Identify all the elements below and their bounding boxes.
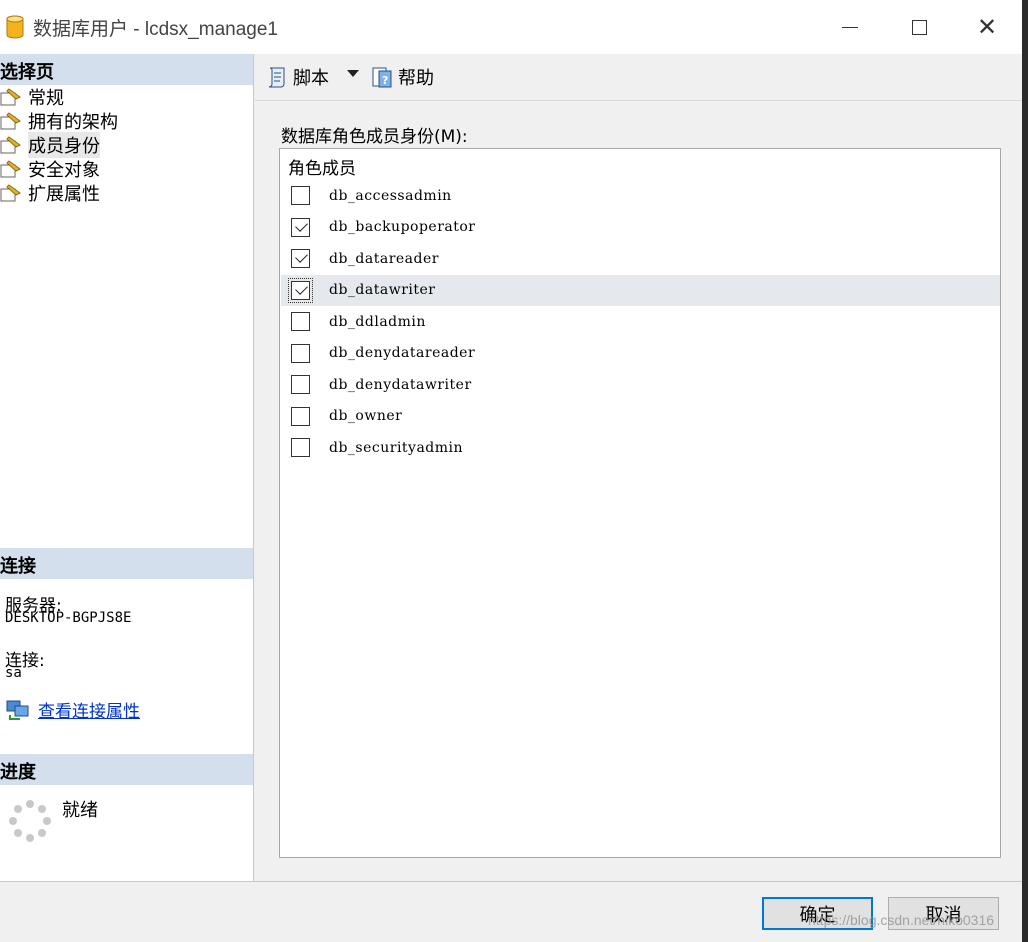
progress-spinner-icon [9, 800, 51, 842]
minimize-icon [842, 26, 858, 28]
role-checkbox[interactable] [291, 375, 310, 394]
right-panel: 脚本 ? 帮助 数据库角色成员身份(M): 角色成员 db_accessadmi… [255, 54, 1022, 881]
help-icon: ? [372, 67, 392, 88]
help-button[interactable]: ? 帮助 [370, 64, 434, 90]
nav-item-label: 常规 [28, 88, 64, 109]
role-name: db_denydatawriter [329, 376, 472, 393]
script-icon [268, 67, 285, 88]
role-members-header: 角色成员 [288, 159, 356, 179]
role-checkbox[interactable] [291, 186, 310, 205]
role-row[interactable]: db_accessadmin [281, 180, 1000, 211]
role-members-list[interactable]: 角色成员 db_accessadmin db_backupoperator db_d… [279, 148, 1001, 858]
checkmark-icon [295, 218, 308, 232]
page-icon [0, 88, 21, 106]
nav-item-label: 扩展属性 [28, 184, 100, 205]
role-checkbox[interactable] [291, 249, 310, 268]
role-name: db_owner [329, 408, 403, 424]
close-icon: ✕ [976, 13, 998, 41]
connection-value: sa [5, 665, 22, 681]
database-icon [6, 15, 24, 39]
script-button[interactable]: 脚本 [265, 64, 329, 90]
nav-item-general[interactable]: 常规 [0, 85, 64, 109]
minimize-button[interactable] [815, 0, 885, 54]
nav-item-label: 成员身份 [28, 132, 100, 158]
role-row[interactable]: db_backupoperator [281, 212, 1000, 243]
page-icon [0, 184, 21, 202]
role-checkbox[interactable] [291, 406, 310, 426]
roles-label: 数据库角色成员身份(M): [281, 127, 468, 147]
watermark: https://blog.csdn.net/niko0316 [808, 912, 995, 928]
role-row[interactable]: db_datawriter [281, 274, 1000, 306]
window-title: 数据库用户 - lcdsx_manage1 [33, 19, 278, 40]
maximize-icon [911, 19, 927, 35]
left-panel: 选择页 常规 拥有的架构 成员身份 安全对象 扩展属性 连接 服务器: DESK… [0, 54, 254, 881]
progress-header: 进度 [0, 754, 253, 785]
script-dropdown-arrow[interactable] [347, 70, 359, 77]
nav-item-label: 拥有的架构 [28, 112, 118, 133]
nav-item-securables[interactable]: 安全对象 [0, 157, 100, 181]
checkmark-icon [295, 250, 308, 263]
role-checkbox[interactable] [291, 438, 310, 457]
role-name: db_datawriter [329, 282, 436, 298]
role-name: db_ddladmin [329, 313, 426, 330]
page-icon [0, 112, 21, 130]
role-row[interactable]: db_denydatareader [281, 338, 1000, 369]
role-checkbox[interactable] [291, 312, 310, 331]
role-row[interactable]: db_datareader [281, 243, 1000, 274]
help-label: 帮助 [398, 68, 434, 89]
title-bar: 数据库用户 - lcdsx_manage1 ✕ [0, 0, 1022, 54]
role-row[interactable]: db_owner [281, 401, 1000, 432]
role-checkbox[interactable] [291, 217, 310, 237]
nav-item-membership[interactable]: 成员身份 [0, 132, 100, 158]
connection-properties-icon [6, 700, 29, 720]
nav-item-owned-schemas[interactable]: 拥有的架构 [0, 109, 118, 133]
progress-status: 就绪 [62, 800, 98, 821]
connection-header: 连接 [0, 548, 253, 579]
role-name: db_accessadmin [329, 187, 452, 204]
svg-text:?: ? [382, 74, 388, 87]
footer: 确定 取消 https://blog.csdn.net/niko0316 [0, 881, 1022, 942]
toolbar: 脚本 ? 帮助 [255, 54, 1022, 101]
role-name: db_datareader [329, 250, 439, 267]
role-name: db_securityadmin [329, 439, 464, 456]
role-row[interactable]: db_securityadmin [281, 432, 1000, 463]
script-label: 脚本 [293, 68, 329, 89]
select-page-header: 选择页 [0, 54, 253, 85]
page-icon [0, 160, 21, 178]
role-name: db_backupoperator [329, 219, 476, 235]
page-icon [0, 136, 21, 154]
role-checkbox[interactable] [291, 343, 310, 363]
server-value: DESKTOP-BGPJS8E [5, 610, 132, 626]
nav-item-label: 安全对象 [28, 160, 100, 181]
role-checkbox[interactable] [288, 277, 313, 303]
checkmark-icon [295, 281, 308, 295]
view-connection-properties-link[interactable]: 查看连接属性 [38, 697, 140, 722]
nav-item-extended-properties[interactable]: 扩展属性 [0, 181, 100, 205]
dialog-window: 数据库用户 - lcdsx_manage1 ✕ 选择页 常规 拥有的架构 成员身… [0, 0, 1022, 942]
maximize-button[interactable] [884, 0, 954, 54]
role-row[interactable]: db_denydatawriter [281, 369, 1000, 400]
role-row[interactable]: db_ddladmin [281, 306, 1000, 337]
close-button[interactable]: ✕ [952, 0, 1022, 54]
role-name: db_denydatareader [329, 345, 476, 361]
